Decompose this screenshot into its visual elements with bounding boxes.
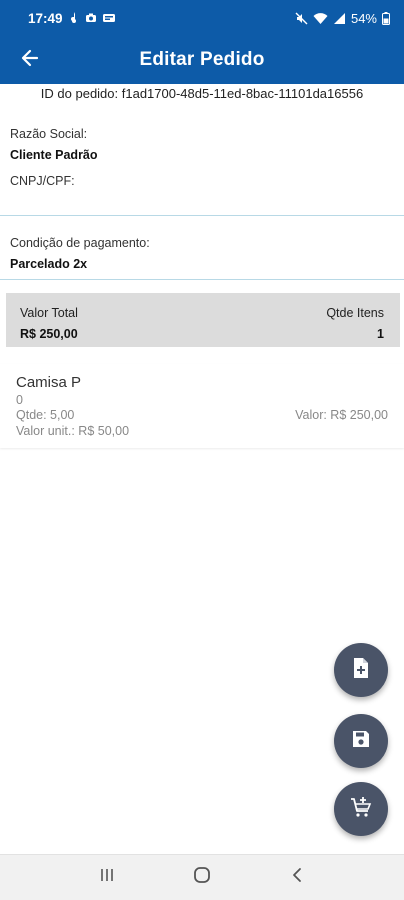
recent-apps-icon [99,867,115,888]
arrow-left-icon [20,48,40,73]
item-qty: Qtde: 5,00 [16,408,75,422]
status-time: 17:49 [28,10,63,26]
divider [0,279,404,280]
home-icon [193,866,211,889]
document-label: CNPJ/CPF: [10,174,75,188]
back-nav-button[interactable] [277,858,317,898]
save-icon [351,729,371,754]
add-cart-button[interactable] [334,782,388,836]
company-value[interactable]: Cliente Padrão [10,148,98,162]
back-nav-icon [290,867,304,888]
total-value: R$ 250,00 [20,327,78,341]
list-item[interactable]: Camisa P 0 Qtde: 5,00 Valor unit.: R$ 50… [0,364,404,448]
add-cart-icon [350,796,372,823]
qty-label: Qtde Itens [326,306,384,320]
total-label: Valor Total [20,306,78,320]
company-label: Razão Social: [10,127,88,141]
media-icon [102,12,116,24]
back-button[interactable] [16,46,44,74]
wifi-icon [313,12,328,25]
payment-label: Condição de pagamento: [10,236,150,250]
home-button[interactable] [182,858,222,898]
item-code: 0 [16,393,23,407]
page-title: Editar Pedido [139,49,265,70]
battery-icon [382,11,390,25]
qty-value: 1 [377,327,384,341]
item-unit-price: Valor unit.: R$ 50,00 [16,424,130,438]
camera-icon [85,12,97,24]
order-summary: Valor Total R$ 250,00 Qtde Itens 1 [6,293,400,347]
app-bar: Editar Pedido [0,36,404,84]
add-document-button[interactable] [334,643,388,697]
add-document-icon [351,657,371,684]
system-nav-bar [0,854,404,900]
recent-apps-button[interactable] [87,858,127,898]
mute-icon [295,12,308,25]
status-bar: 17:49 54% [0,0,404,36]
payment-value[interactable]: Parcelado 2x [10,257,87,271]
notification-icon [70,12,80,24]
battery-percent: 54% [350,10,377,26]
item-value: Valor: R$ 250,00 [295,408,388,422]
save-button[interactable] [334,714,388,768]
order-id: ID do pedido: f1ad1700-48d5-11ed-8bac-11… [40,86,364,101]
item-name: Camisa P [16,374,82,391]
signal-icon [333,12,346,25]
divider [0,215,404,216]
